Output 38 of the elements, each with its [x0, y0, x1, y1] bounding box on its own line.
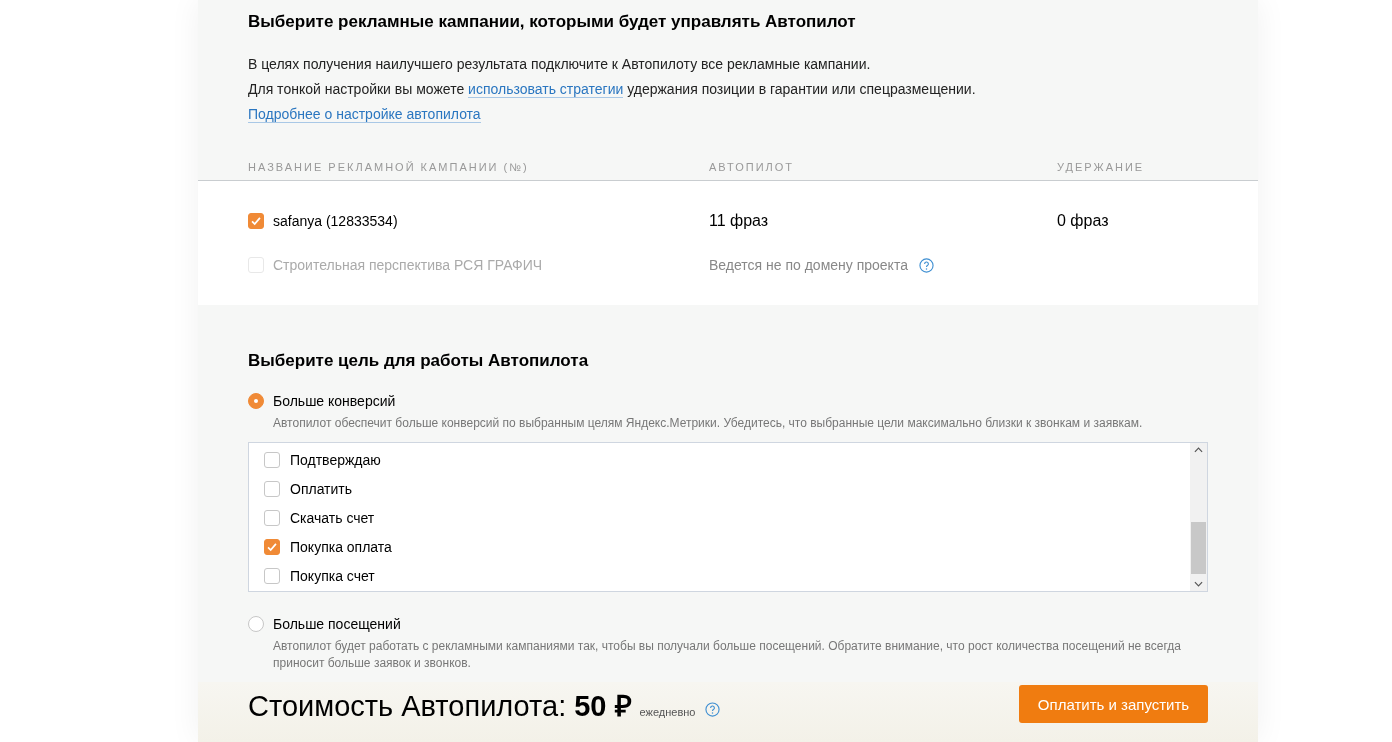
help-icon[interactable]	[705, 701, 721, 717]
strategy-link[interactable]: использовать стратегии	[468, 81, 624, 98]
column-header: АВТОПИЛОТ	[709, 160, 796, 175]
checkbox[interactable]	[248, 213, 264, 230]
radio-button[interactable]	[248, 616, 264, 633]
campaign-name: safanya (12833534)	[273, 213, 398, 230]
section-title: Выберите цель для работы Автопилота	[248, 351, 590, 372]
period-label: ежедневно	[639, 705, 696, 718]
strategy-note: Для тонкой настройки вы можете использовать стратегии удержания позиции в гарантии или спецразмещении.	[248, 80, 977, 100]
radio-button[interactable]	[248, 393, 264, 410]
more-link[interactable]: Подробнее о настройке автопилота	[248, 106, 481, 123]
checkbox[interactable]	[264, 567, 280, 584]
checkbox[interactable]	[264, 451, 280, 468]
goal-label[interactable]: Покупка счет	[290, 567, 375, 584]
column-header: НАЗВАНИЕ РЕКЛАМНОЙ КАМПАНИИ (№)	[248, 160, 530, 175]
checkbox[interactable]	[264, 509, 280, 526]
column-header: УДЕРЖАНИЕ	[1057, 160, 1146, 175]
scrollbar[interactable]	[1190, 443, 1207, 592]
autopilot-value: 11 фраз	[709, 212, 769, 231]
campaign-name: Строительная перспектива РСЯ ГРАФИЧ	[273, 257, 543, 274]
intro-text: В целях получения наилучшего результата подключите к Автопилоту все рекламные кампании.	[248, 55, 872, 74]
option-description: Автопилот обеспечит больше конверсий по выбранным целям Яндекс.Метрики. Убедитесь, что выбранные цели максимально близки к звонкам и заявкам.	[273, 415, 1144, 433]
goal-label[interactable]: Покупка оплата	[290, 538, 392, 555]
scroll-up-icon[interactable]	[1194, 447, 1203, 454]
checkbox[interactable]	[264, 480, 280, 497]
option-description: Автопилот будет работать с рекламными кампаниями так, чтобы вы получали больше посещений. Обратите внимание, что рост количества посещений не всегда приносит больше заявок и звонков.	[273, 638, 1182, 673]
section-title: Выберите рекламные кампании, которыми будет управлять Автопилот	[248, 12, 857, 32]
cost-label: Стоимость Автопилота:	[248, 689, 567, 723]
goal-label[interactable]: Скачать счет	[290, 509, 375, 526]
autopilot-value: Ведется не по домену проекта	[709, 257, 908, 274]
radio-label[interactable]: Больше конверсий	[273, 391, 396, 412]
scroll-down-icon[interactable]	[1194, 581, 1203, 588]
price-value: 50 ₽	[574, 688, 632, 724]
hold-value: 0 фраз	[1057, 212, 1109, 230]
checkbox[interactable]	[264, 538, 280, 555]
radio-label[interactable]: Больше посещений	[273, 614, 401, 635]
goal-label[interactable]: Подтверждаю	[290, 451, 381, 468]
goal-label[interactable]: Оплатить	[290, 480, 353, 497]
